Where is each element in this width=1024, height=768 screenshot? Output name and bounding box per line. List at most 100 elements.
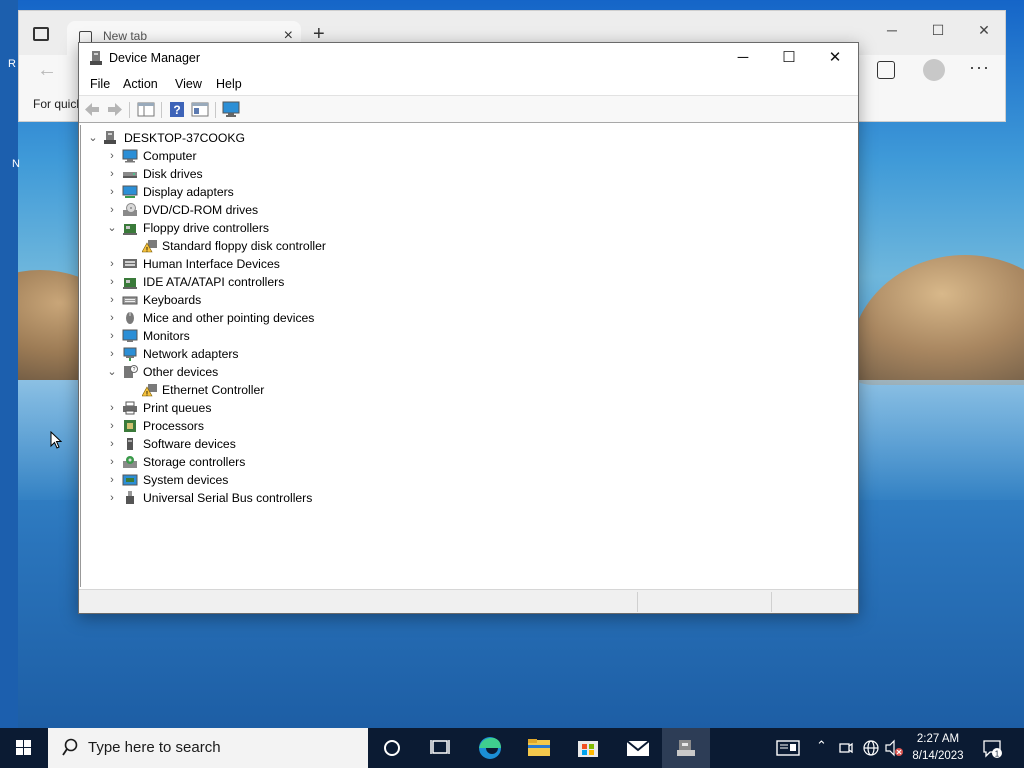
console-tree-icon[interactable] (137, 101, 155, 118)
back-arrow-icon[interactable]: ← (37, 59, 57, 82)
chevron-right-icon[interactable]: › (106, 201, 118, 219)
collections-icon[interactable] (877, 61, 895, 79)
show-hidden-icons-icon[interactable]: ⌃ (816, 738, 827, 754)
tree-category-node[interactable]: › Storage controllers (81, 453, 851, 471)
tree-category-node[interactable]: › Monitors (81, 327, 851, 345)
file-explorer-icon[interactable] (515, 728, 563, 768)
meet-now-icon[interactable] (838, 738, 854, 758)
chevron-right-icon[interactable]: › (106, 471, 118, 489)
chevron-right-icon[interactable]: › (106, 327, 118, 345)
category-label: Other devices (143, 365, 219, 379)
scan-hardware-icon[interactable] (222, 101, 240, 118)
category-label: Monitors (143, 329, 190, 343)
menu-file[interactable]: File (90, 77, 110, 91)
storage-icon (122, 455, 138, 469)
mouse-cursor-icon (50, 431, 62, 449)
help-icon[interactable]: ? (168, 101, 186, 118)
taskbar-search-box[interactable]: Type here to search (48, 728, 368, 768)
chevron-right-icon[interactable]: › (106, 273, 118, 291)
category-label: Mice and other pointing devices (143, 311, 315, 325)
toolbar-separator (129, 102, 130, 118)
device-manager-taskbar-icon[interactable] (662, 728, 710, 768)
category-label: IDE ATA/ATAPI controllers (143, 275, 285, 289)
tree-category-node[interactable]: › IDE ATA/ATAPI controllers (81, 273, 851, 291)
tree-category-node[interactable]: › Print queues (81, 399, 851, 417)
tree-category-node[interactable]: › Disk drives (81, 165, 851, 183)
chevron-right-icon[interactable]: › (106, 453, 118, 471)
chevron-right-icon[interactable]: › (106, 291, 118, 309)
tree-category-node[interactable]: › DVD/CD-ROM drives (81, 201, 851, 219)
profile-avatar[interactable] (923, 59, 945, 81)
unknown-device-icon: ? (122, 365, 138, 379)
device-label: Standard floppy disk controller (162, 239, 326, 253)
browser-maximize-button[interactable]: ☐ (915, 15, 961, 45)
chevron-right-icon[interactable]: › (106, 255, 118, 273)
browser-minimize-button[interactable]: ─ (869, 15, 915, 45)
desktop-icons-strip: R N (0, 0, 20, 728)
tab-actions-icon[interactable] (33, 27, 49, 41)
tree-category-node[interactable]: ⌄? Other devices (81, 363, 851, 381)
chevron-down-icon[interactable]: ⌄ (106, 219, 118, 237)
news-widget-icon[interactable] (776, 738, 800, 758)
chevron-right-icon[interactable]: › (106, 309, 118, 327)
tree-category-node[interactable]: › Computer (81, 147, 851, 165)
tree-category-node[interactable]: › System devices (81, 471, 851, 489)
tree-device-node[interactable]: ! Standard floppy disk controller (81, 237, 851, 255)
notification-center-icon[interactable]: 1 (982, 738, 1002, 758)
network-globe-icon[interactable] (862, 738, 880, 758)
tree-category-node[interactable]: › Network adapters (81, 345, 851, 363)
quick-links-label: For quick (33, 97, 83, 111)
menu-help[interactable]: Help (216, 77, 242, 91)
maximize-button[interactable]: ☐ (766, 43, 812, 73)
taskbar-clock[interactable]: 2:27 AM 8/14/2023 (906, 731, 970, 765)
close-button[interactable]: ✕ (812, 43, 858, 73)
tree-device-node[interactable]: ! Ethernet Controller (81, 381, 851, 399)
properties-icon[interactable] (191, 101, 209, 118)
tree-category-node[interactable]: › Mice and other pointing devices (81, 309, 851, 327)
browser-close-button[interactable]: ✕ (961, 15, 1007, 45)
cortana-icon[interactable] (368, 728, 416, 768)
tree-category-node[interactable]: › Human Interface Devices (81, 255, 851, 273)
status-bar (79, 589, 858, 613)
tree-category-node[interactable]: › Processors (81, 417, 851, 435)
menu-action[interactable]: Action (123, 77, 158, 91)
store-icon[interactable] (564, 728, 612, 768)
minimize-button[interactable]: ─ (720, 43, 766, 73)
printer-icon (122, 401, 138, 415)
window-titlebar[interactable]: Device Manager ─ ☐ ✕ (79, 43, 858, 73)
forward-icon[interactable] (106, 101, 124, 118)
tree-root-node[interactable]: ⌄ DESKTOP-37COOKG (81, 129, 851, 147)
menu-bar: File Action View Help (79, 73, 858, 95)
tree-category-node[interactable]: › Display adapters (81, 183, 851, 201)
menu-view[interactable]: View (175, 77, 202, 91)
chevron-right-icon[interactable]: › (106, 399, 118, 417)
display-adapter-icon (122, 185, 138, 199)
start-button[interactable] (0, 728, 48, 768)
task-view-icon[interactable] (416, 728, 464, 768)
tree-category-node[interactable]: › Keyboards (81, 291, 851, 309)
category-label: Network adapters (143, 347, 239, 361)
toolbar: ? (79, 95, 858, 123)
tree-category-node[interactable]: ⌄ Floppy drive controllers (81, 219, 851, 237)
chevron-right-icon[interactable]: › (106, 147, 118, 165)
chevron-right-icon[interactable]: › (106, 435, 118, 453)
disk-drive-icon (122, 167, 138, 181)
computer-icon (122, 149, 138, 163)
more-options-icon[interactable]: ··· (969, 57, 990, 78)
chevron-down-icon[interactable]: ⌄ (87, 129, 99, 147)
back-icon[interactable] (83, 101, 101, 118)
chevron-right-icon[interactable]: › (106, 345, 118, 363)
wallpaper-hill-right (850, 255, 1024, 385)
chevron-right-icon[interactable]: › (106, 165, 118, 183)
chevron-right-icon[interactable]: › (106, 183, 118, 201)
edge-icon[interactable] (466, 728, 514, 768)
chevron-down-icon[interactable]: ⌄ (106, 363, 118, 381)
mail-icon[interactable] (614, 728, 662, 768)
volume-muted-icon[interactable] (884, 738, 904, 758)
system-device-icon (122, 473, 138, 487)
chevron-right-icon[interactable]: › (106, 417, 118, 435)
tree-category-node[interactable]: › Software devices (81, 435, 851, 453)
tree-category-node[interactable]: › Universal Serial Bus controllers (81, 489, 851, 507)
category-label: Universal Serial Bus controllers (143, 491, 313, 505)
chevron-right-icon[interactable]: › (106, 489, 118, 507)
